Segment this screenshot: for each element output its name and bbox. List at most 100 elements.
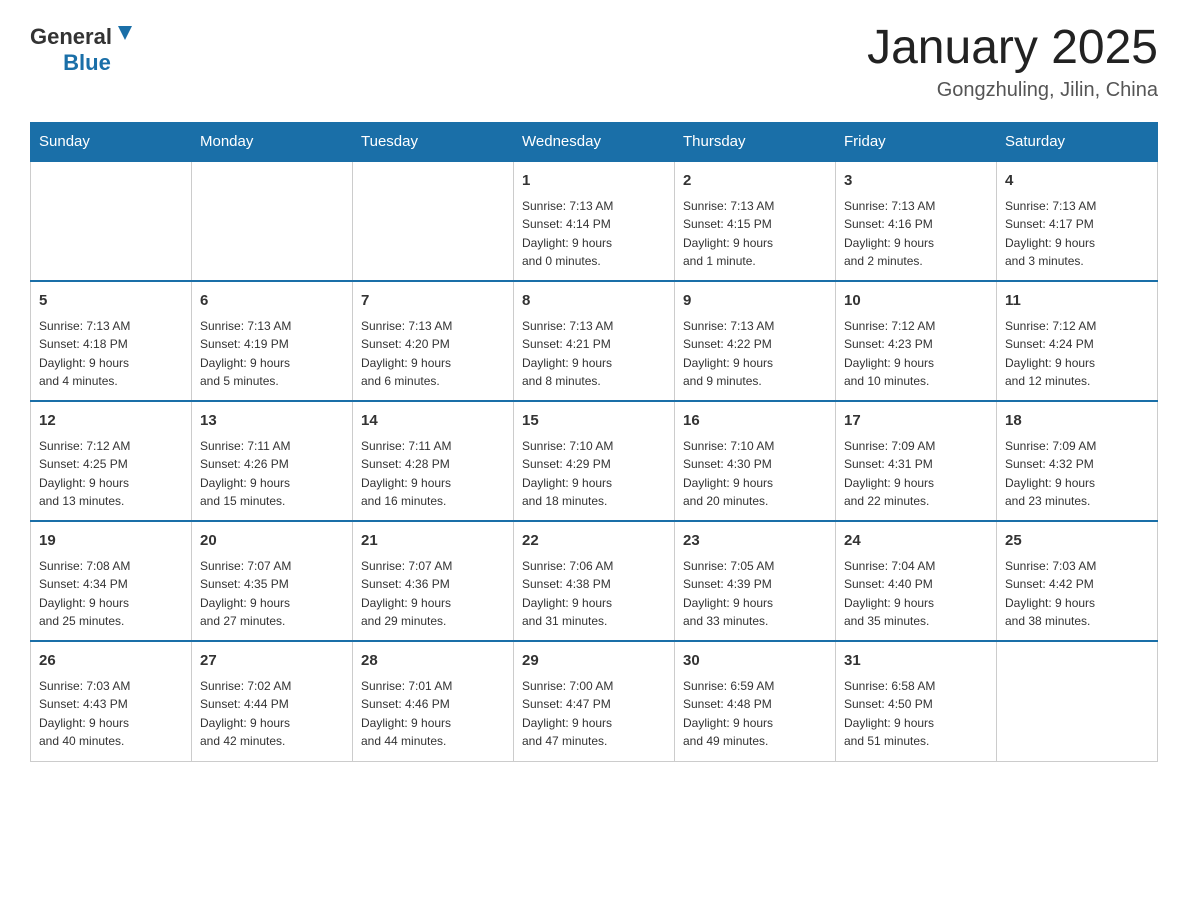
day-number: 11 [1005,290,1149,313]
day-info: Sunrise: 7:13 AMSunset: 4:15 PMDaylight:… [683,197,827,271]
calendar-cell [192,161,353,281]
day-info: Sunrise: 7:02 AMSunset: 4:44 PMDaylight:… [200,677,344,751]
day-info: Sunrise: 7:07 AMSunset: 4:36 PMDaylight:… [361,557,505,631]
day-number: 27 [200,650,344,673]
day-number: 22 [522,530,666,553]
calendar-week-row: 1 Sunrise: 7:13 AMSunset: 4:14 PMDaylight… [31,161,1158,281]
calendar-cell: 24 Sunrise: 7:04 AMSunset: 4:40 PMDayligh… [836,521,997,641]
calendar-header: SundayMondayTuesdayWednesdayThursdayFrid… [31,123,1158,162]
weekday-header-tuesday: Tuesday [353,123,514,162]
page-header: General Blue January 2025 Gongzhuling, J… [30,20,1158,102]
calendar-cell: 13Sunrise: 7:11 AMSunset: 4:26 PMDayligh… [192,401,353,521]
day-number: 28 [361,650,505,673]
day-info: Sunrise: 7:00 AMSunset: 4:47 PMDaylight:… [522,677,666,751]
calendar-table: SundayMondayTuesdayWednesdayThursdayFrid… [30,122,1158,762]
day-info: Sunrise: 7:03 AMSunset: 4:43 PMDaylight:… [39,677,183,751]
day-number: 16 [683,410,827,433]
calendar-cell: 8 Sunrise: 7:13 AMSunset: 4:21 PMDaylight… [514,281,675,401]
day-number: 9 [683,290,827,313]
weekday-header-friday: Friday [836,123,997,162]
day-number: 12 [39,410,183,433]
day-number: 13 [200,410,344,433]
day-info: Sunrise: 7:12 AMSunset: 4:24 PMDaylight:… [1005,317,1149,391]
day-info: Sunrise: 7:08 AMSunset: 4:34 PMDaylight:… [39,557,183,631]
day-number: 8 [522,290,666,313]
calendar-cell [31,161,192,281]
calendar-title: January 2025 [867,20,1158,75]
day-number: 31 [844,650,988,673]
day-info: Sunrise: 6:58 AMSunset: 4:50 PMDaylight:… [844,677,988,751]
day-number: 24 [844,530,988,553]
day-number: 19 [39,530,183,553]
calendar-cell: 7 Sunrise: 7:13 AMSunset: 4:20 PMDaylight… [353,281,514,401]
calendar-cell [997,641,1158,761]
logo-text-general: General [30,24,112,50]
calendar-cell: 29 Sunrise: 7:00 AMSunset: 4:47 PMDayligh… [514,641,675,761]
day-info: Sunrise: 7:04 AMSunset: 4:40 PMDaylight:… [844,557,988,631]
calendar-cell: 18Sunrise: 7:09 AMSunset: 4:32 PMDayligh… [997,401,1158,521]
calendar-week-row: 5 Sunrise: 7:13 AMSunset: 4:18 PMDaylight… [31,281,1158,401]
calendar-cell: 30Sunrise: 6:59 AMSunset: 4:48 PMDayligh… [675,641,836,761]
day-number: 23 [683,530,827,553]
day-number: 4 [1005,170,1149,193]
day-info: Sunrise: 7:12 AMSunset: 4:23 PMDaylight:… [844,317,988,391]
day-info: Sunrise: 7:10 AMSunset: 4:29 PMDaylight:… [522,437,666,511]
logo-icon: General Blue [30,20,136,76]
calendar-cell: 28 Sunrise: 7:01 AMSunset: 4:46 PMDayligh… [353,641,514,761]
day-number: 2 [683,170,827,193]
day-info: Sunrise: 7:11 AMSunset: 4:28 PMDaylight:… [361,437,505,511]
calendar-cell: 6Sunrise: 7:13 AMSunset: 4:19 PMDaylight… [192,281,353,401]
day-number: 26 [39,650,183,673]
calendar-subtitle: Gongzhuling, Jilin, China [867,79,1158,102]
day-info: Sunrise: 7:07 AMSunset: 4:35 PMDaylight:… [200,557,344,631]
day-number: 29 [522,650,666,673]
calendar-cell: 25Sunrise: 7:03 AMSunset: 4:42 PMDayligh… [997,521,1158,641]
calendar-cell: 19 Sunrise: 7:08 AMSunset: 4:34 PMDayligh… [31,521,192,641]
day-info: Sunrise: 7:13 AMSunset: 4:14 PMDaylight:… [522,197,666,271]
day-info: Sunrise: 7:12 AMSunset: 4:25 PMDaylight:… [39,437,183,511]
calendar-cell [353,161,514,281]
day-number: 21 [361,530,505,553]
calendar-cell: 2 Sunrise: 7:13 AMSunset: 4:15 PMDaylight… [675,161,836,281]
calendar-cell: 17Sunrise: 7:09 AMSunset: 4:31 PMDayligh… [836,401,997,521]
day-info: Sunrise: 7:13 AMSunset: 4:22 PMDaylight:… [683,317,827,391]
calendar-week-row: 19 Sunrise: 7:08 AMSunset: 4:34 PMDayligh… [31,521,1158,641]
weekday-header-saturday: Saturday [997,123,1158,162]
calendar-cell: 21 Sunrise: 7:07 AMSunset: 4:36 PMDayligh… [353,521,514,641]
calendar-cell: 1 Sunrise: 7:13 AMSunset: 4:14 PMDaylight… [514,161,675,281]
calendar-cell: 3Sunrise: 7:13 AMSunset: 4:16 PMDaylight… [836,161,997,281]
day-info: Sunrise: 7:13 AMSunset: 4:20 PMDaylight:… [361,317,505,391]
calendar-cell: 5 Sunrise: 7:13 AMSunset: 4:18 PMDaylight… [31,281,192,401]
calendar-body: 1 Sunrise: 7:13 AMSunset: 4:14 PMDaylight… [31,161,1158,761]
day-info: Sunrise: 7:05 AMSunset: 4:39 PMDaylight:… [683,557,827,631]
weekday-header-sunday: Sunday [31,123,192,162]
day-info: Sunrise: 7:13 AMSunset: 4:21 PMDaylight:… [522,317,666,391]
calendar-cell: 23 Sunrise: 7:05 AMSunset: 4:39 PMDayligh… [675,521,836,641]
day-info: Sunrise: 7:01 AMSunset: 4:46 PMDaylight:… [361,677,505,751]
day-info: Sunrise: 7:10 AMSunset: 4:30 PMDaylight:… [683,437,827,511]
day-info: Sunrise: 7:03 AMSunset: 4:42 PMDaylight:… [1005,557,1149,631]
calendar-cell: 22 Sunrise: 7:06 AMSunset: 4:38 PMDayligh… [514,521,675,641]
calendar-cell: 10Sunrise: 7:12 AMSunset: 4:23 PMDayligh… [836,281,997,401]
day-number: 7 [361,290,505,313]
day-number: 6 [200,290,344,313]
day-number: 1 [522,170,666,193]
calendar-week-row: 26 Sunrise: 7:03 AMSunset: 4:43 PMDayligh… [31,641,1158,761]
weekday-header-monday: Monday [192,123,353,162]
day-info: Sunrise: 7:13 AMSunset: 4:17 PMDaylight:… [1005,197,1149,271]
weekday-header-thursday: Thursday [675,123,836,162]
day-info: Sunrise: 7:13 AMSunset: 4:18 PMDaylight:… [39,317,183,391]
logo: General Blue [30,20,136,76]
day-number: 18 [1005,410,1149,433]
day-number: 20 [200,530,344,553]
calendar-cell: 20 Sunrise: 7:07 AMSunset: 4:35 PMDayligh… [192,521,353,641]
day-number: 5 [39,290,183,313]
logo-text-blue: Blue [63,50,111,75]
calendar-cell: 26 Sunrise: 7:03 AMSunset: 4:43 PMDayligh… [31,641,192,761]
calendar-cell: 15Sunrise: 7:10 AMSunset: 4:29 PMDayligh… [514,401,675,521]
calendar-cell: 16 Sunrise: 7:10 AMSunset: 4:30 PMDayligh… [675,401,836,521]
day-info: Sunrise: 6:59 AMSunset: 4:48 PMDaylight:… [683,677,827,751]
calendar-cell: 14Sunrise: 7:11 AMSunset: 4:28 PMDayligh… [353,401,514,521]
day-info: Sunrise: 7:06 AMSunset: 4:38 PMDaylight:… [522,557,666,631]
logo-arrow-icon [114,22,136,44]
